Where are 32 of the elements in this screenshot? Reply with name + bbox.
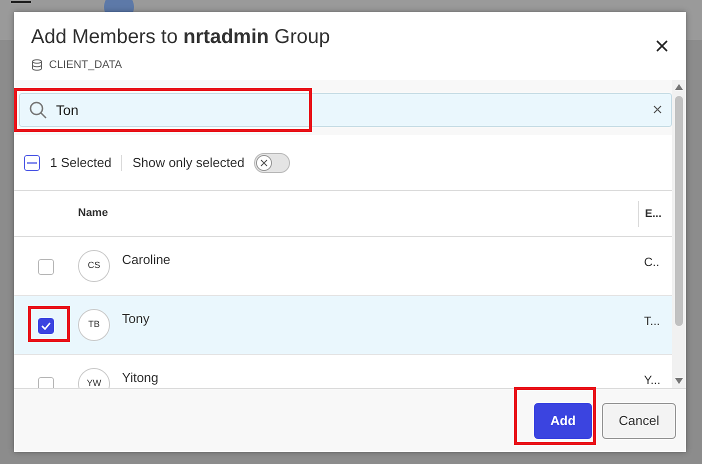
table-cell-text: C.. (643, 254, 660, 271)
minus-icon (27, 162, 37, 164)
add-button[interactable]: Add (534, 402, 592, 438)
column-header: Name (78, 206, 108, 222)
table-cell-text: Y... (643, 372, 662, 388)
scrollbar[interactable] (672, 80, 686, 388)
avatar: YW (78, 368, 110, 388)
selected-count: 1 Selected (50, 154, 112, 172)
dialog-subtitle: CLIENT_DATA (49, 58, 122, 73)
clear-icon[interactable] (653, 105, 662, 114)
database-icon (31, 59, 43, 72)
user-name: Tony (122, 310, 150, 328)
dialog-title: Add Members to nrtadmin Group (31, 25, 330, 50)
select-all-checkbox[interactable] (24, 154, 40, 170)
cancel-button[interactable]: Cancel (602, 402, 676, 438)
x-icon (260, 158, 268, 166)
search-icon (29, 101, 47, 119)
show-selected-toggle[interactable] (254, 152, 290, 172)
user-name: Caroline (122, 251, 170, 269)
avatar: CS (78, 250, 110, 282)
table-row[interactable]: TB Tony T... (14, 296, 672, 355)
search-field[interactable]: Ton (19, 93, 672, 127)
user-name: Yitong (122, 369, 158, 387)
down-arrow-icon[interactable] (675, 378, 683, 384)
check-icon (41, 322, 51, 330)
row-checkbox[interactable] (38, 318, 54, 334)
table-cell-text: T... (643, 313, 662, 330)
avatar: TB (78, 309, 110, 341)
row-checkbox[interactable] (38, 259, 54, 275)
toggle-label: Show only selected (132, 154, 244, 172)
close-icon (656, 40, 668, 52)
up-arrow-icon[interactable] (675, 84, 683, 90)
